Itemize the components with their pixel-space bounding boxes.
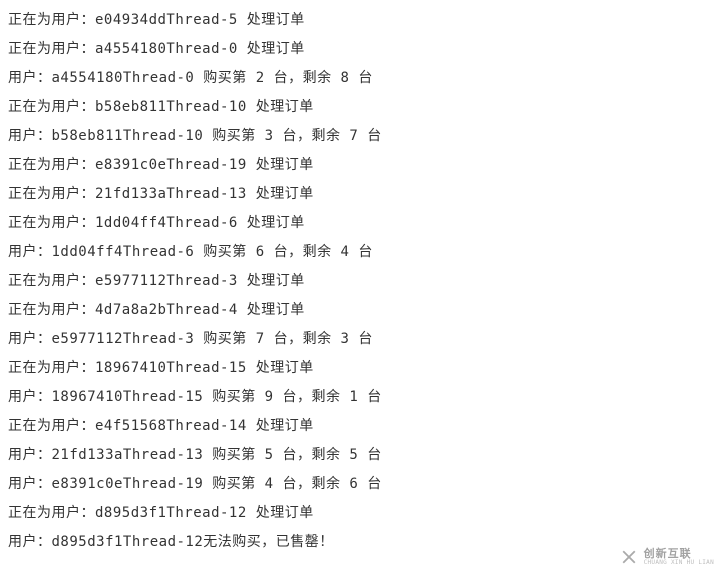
log-line: 用户：e8391c0eThread-19 购买第 4 台，剩余 6 台 <box>8 470 712 499</box>
log-line: 正在为用户：d895d3f1Thread-12 处理订单 <box>8 499 712 528</box>
log-line: 正在为用户：e8391c0eThread-19 处理订单 <box>8 151 712 180</box>
log-line: 正在为用户：e4f51568Thread-14 处理订单 <box>8 412 712 441</box>
log-line: 用户：a4554180Thread-0 购买第 2 台，剩余 8 台 <box>8 64 712 93</box>
log-line: 用户：21fd133aThread-13 购买第 5 台，剩余 5 台 <box>8 441 712 470</box>
log-line: 用户：e5977112Thread-3 购买第 7 台，剩余 3 台 <box>8 325 712 354</box>
log-line: 用户：18967410Thread-15 购买第 9 台，剩余 1 台 <box>8 383 712 412</box>
watermark-cn: 创新互联 <box>644 548 714 559</box>
log-line: 正在为用户：b58eb811Thread-10 处理订单 <box>8 93 712 122</box>
log-line: 用户：b58eb811Thread-10 购买第 3 台，剩余 7 台 <box>8 122 712 151</box>
log-output: 正在为用户：e04934ddThread-5 处理订单 正在为用户：a45541… <box>0 0 720 563</box>
watermark-logo-icon <box>618 546 640 568</box>
log-line: 正在为用户：a4554180Thread-0 处理订单 <box>8 35 712 64</box>
log-line: 正在为用户：1dd04ff4Thread-6 处理订单 <box>8 209 712 238</box>
log-line: 正在为用户：e5977112Thread-3 处理订单 <box>8 267 712 296</box>
log-line: 正在为用户：4d7a8a2bThread-4 处理订单 <box>8 296 712 325</box>
watermark-en: CHUANG XIN HU LIAN <box>644 560 714 566</box>
log-line: 用户：d895d3f1Thread-12无法购买，已售罄！ <box>8 528 712 557</box>
log-line: 正在为用户：e04934ddThread-5 处理订单 <box>8 6 712 35</box>
log-line: 用户：1dd04ff4Thread-6 购买第 6 台，剩余 4 台 <box>8 238 712 267</box>
watermark-text: 创新互联 CHUANG XIN HU LIAN <box>644 548 714 566</box>
log-line: 正在为用户：21fd133aThread-13 处理订单 <box>8 180 712 209</box>
watermark: 创新互联 CHUANG XIN HU LIAN <box>618 546 714 568</box>
log-line: 正在为用户：18967410Thread-15 处理订单 <box>8 354 712 383</box>
